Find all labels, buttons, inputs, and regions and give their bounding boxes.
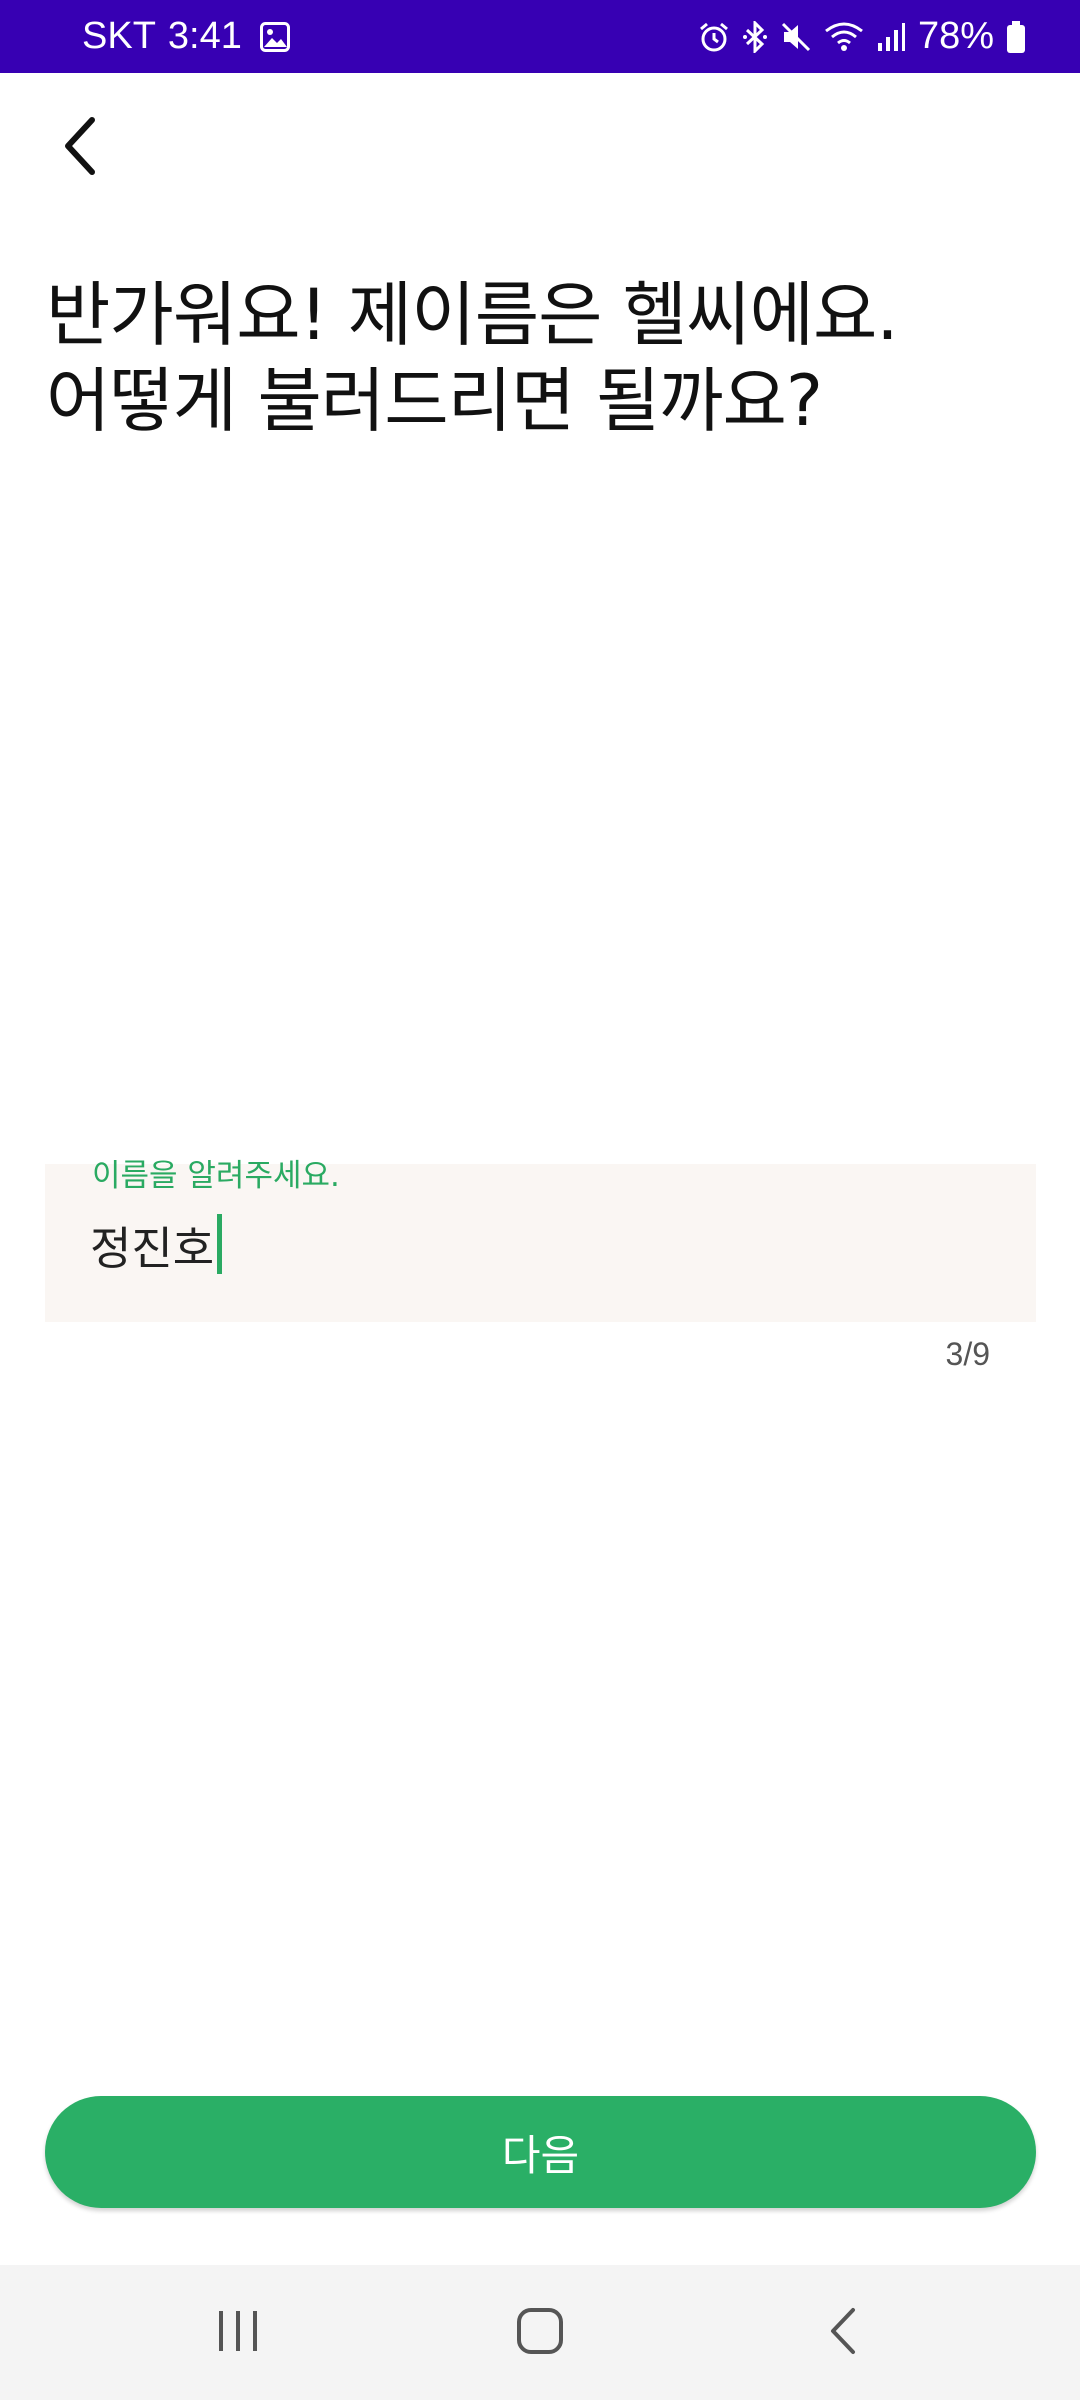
text-cursor bbox=[217, 1214, 223, 1274]
name-field[interactable]: 이름을 알려주세요. 정진호 bbox=[45, 1158, 1036, 1322]
system-back-button[interactable] bbox=[743, 2265, 943, 2400]
signal-icon bbox=[876, 21, 906, 53]
clock: 3:41 bbox=[167, 15, 242, 57]
back-icon bbox=[825, 2306, 861, 2360]
navigation-bar bbox=[0, 2265, 1080, 2400]
name-input[interactable]: 정진호 bbox=[90, 1214, 223, 1275]
name-field-label: 이름을 알려주세요. bbox=[92, 1158, 340, 1194]
page-title-line2: 어떻게 불러드리면 될까요? bbox=[46, 360, 823, 442]
next-button[interactable]: 다음 bbox=[45, 2096, 1036, 2208]
bluetooth-icon bbox=[742, 20, 768, 53]
page-title-line1: 반가워요! 제이름은 헬씨에요. bbox=[46, 274, 899, 356]
recents-icon bbox=[213, 2308, 263, 2358]
home-button[interactable] bbox=[440, 2265, 640, 2400]
recents-button[interactable] bbox=[138, 2265, 338, 2400]
back-arrow-icon bbox=[60, 116, 100, 180]
name-input-value: 정진호 bbox=[90, 1221, 215, 1275]
gallery-icon bbox=[259, 21, 290, 52]
home-icon bbox=[515, 2306, 565, 2360]
mute-icon bbox=[780, 21, 812, 53]
back-button[interactable] bbox=[44, 112, 116, 184]
status-right: 78% bbox=[698, 15, 1026, 58]
status-bar: SKT 3:41 78% bbox=[0, 0, 1080, 73]
status-left: SKT 3:41 bbox=[82, 15, 290, 58]
character-counter: 3/9 bbox=[945, 1336, 990, 1372]
battery-label: 78% bbox=[917, 15, 994, 57]
screen: SKT 3:41 78% 반가워요! 제이름은 헬씨에요. 어떻게 불러드리면 … bbox=[0, 0, 1080, 2400]
battery-icon bbox=[1006, 20, 1026, 54]
alarm-icon bbox=[698, 21, 730, 53]
page-title: 반가워요! 제이름은 헬씨에요. 어떻게 불러드리면 될까요? bbox=[46, 272, 1036, 444]
carrier-label: SKT bbox=[82, 15, 156, 57]
wifi-icon bbox=[824, 21, 864, 53]
